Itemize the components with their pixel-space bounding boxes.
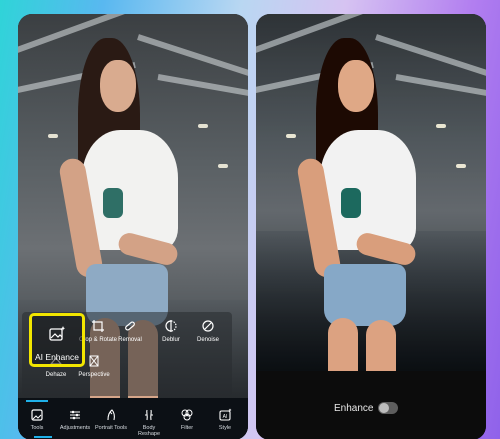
crop-icon xyxy=(91,319,105,333)
portrait-icon xyxy=(104,408,118,422)
enhance-label: Enhance xyxy=(334,403,374,414)
filter-icon xyxy=(180,408,194,422)
nav-tools[interactable]: Tools xyxy=(20,408,54,431)
light xyxy=(436,124,446,128)
nav-label: Adjustments xyxy=(59,425,91,431)
denoise-icon xyxy=(201,319,215,333)
svg-text:AI: AI xyxy=(223,414,228,420)
tool-removal[interactable]: Removal xyxy=(110,319,150,343)
light xyxy=(48,134,58,138)
home-indicator xyxy=(34,436,52,438)
nav-label: Filter xyxy=(180,425,194,431)
light xyxy=(218,164,228,168)
tool-label: Perspective xyxy=(78,372,110,378)
before-phone: Crop & Rotate Removal Deblur Denoise Deh… xyxy=(18,14,248,439)
tool-label: Dehaze xyxy=(45,372,67,378)
enhance-bar: Enhance xyxy=(256,371,486,439)
light xyxy=(286,134,296,138)
bottom-nav: Tools Adjustments Portrait Tools Body Re… xyxy=(18,398,248,439)
body-reshape-icon xyxy=(142,408,156,422)
bandage-icon xyxy=(123,319,137,333)
tool-denoise[interactable]: Denoise xyxy=(188,319,228,343)
tool-label: Removal xyxy=(118,337,142,343)
nav-body-reshape[interactable]: Body Reshape xyxy=(132,408,166,437)
tool-label: Deblur xyxy=(162,337,180,343)
nav-filter[interactable]: Filter xyxy=(170,408,204,431)
perspective-icon xyxy=(87,354,101,368)
nav-label: Body Reshape xyxy=(137,425,161,437)
active-tab-indicator xyxy=(26,400,48,402)
ai-enhance-button[interactable]: AI Enhance xyxy=(29,313,85,367)
nav-label: Portrait Tools xyxy=(95,425,127,431)
sliders-icon xyxy=(68,408,82,422)
woman-subject xyxy=(295,38,436,371)
nav-label: Tools xyxy=(30,425,44,431)
ai-style-icon: AI xyxy=(218,408,232,422)
ai-enhance-icon xyxy=(48,325,66,343)
tool-deblur[interactable]: Deblur xyxy=(151,319,191,343)
nav-style[interactable]: AI Style xyxy=(208,408,242,431)
nav-label: Style xyxy=(218,425,232,431)
light xyxy=(198,124,208,128)
tool-label: Denoise xyxy=(196,337,219,343)
nav-adjustments[interactable]: Adjustments xyxy=(58,408,92,431)
enhanced-photo xyxy=(256,14,486,371)
deblur-icon xyxy=(164,319,178,333)
nav-portrait-tools[interactable]: Portrait Tools xyxy=(94,408,128,431)
after-phone: Enhance xyxy=(256,14,486,439)
enhance-toggle[interactable] xyxy=(378,402,398,414)
tools-icon xyxy=(30,408,44,422)
light xyxy=(456,164,466,168)
toggle-knob xyxy=(379,403,389,413)
ai-enhance-label: AI Enhance xyxy=(35,352,79,362)
